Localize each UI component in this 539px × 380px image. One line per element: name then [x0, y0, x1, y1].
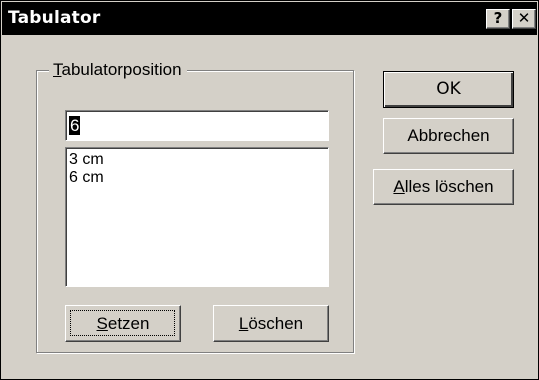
list-item[interactable]: 3 cm [69, 151, 328, 169]
list-item[interactable]: 6 cm [69, 169, 328, 187]
tab-position-mnemonic: T [53, 60, 62, 79]
cancel-button[interactable]: Abbrechen [383, 118, 514, 154]
delete-button[interactable]: Löschen [213, 305, 329, 342]
clear-all-button[interactable]: Alles löschen [373, 169, 514, 205]
tab-position-list[interactable]: 3 cm 6 cm [65, 147, 329, 287]
delete-label: öschen [248, 314, 304, 333]
tab-position-input-value: 6 [69, 116, 81, 135]
ok-button[interactable]: OK [383, 71, 514, 108]
close-button[interactable]: ✕ [512, 9, 536, 29]
tab-position-label: Tabulatorposition [49, 59, 187, 81]
set-button[interactable]: Setzen [65, 305, 181, 342]
clear-all-mnemonic: A [393, 177, 405, 196]
tab-position-label-text: abulatorposition [61, 60, 182, 79]
title-bar[interactable]: Tabulator ? ✕ [2, 2, 537, 35]
question-mark-icon: ? [493, 9, 503, 27]
window-title: Tabulator [8, 8, 101, 28]
tabulator-dialog: Tabulator ? ✕ Tabulatorposition 6 3 cm 6… [0, 0, 539, 380]
delete-mnemonic: L [238, 314, 249, 333]
focus-ring [70, 310, 175, 336]
clear-all-label: lles löschen [404, 177, 494, 196]
tab-position-input[interactable]: 6 [65, 110, 329, 141]
help-button[interactable]: ? [486, 9, 510, 29]
close-icon: ✕ [517, 9, 531, 27]
